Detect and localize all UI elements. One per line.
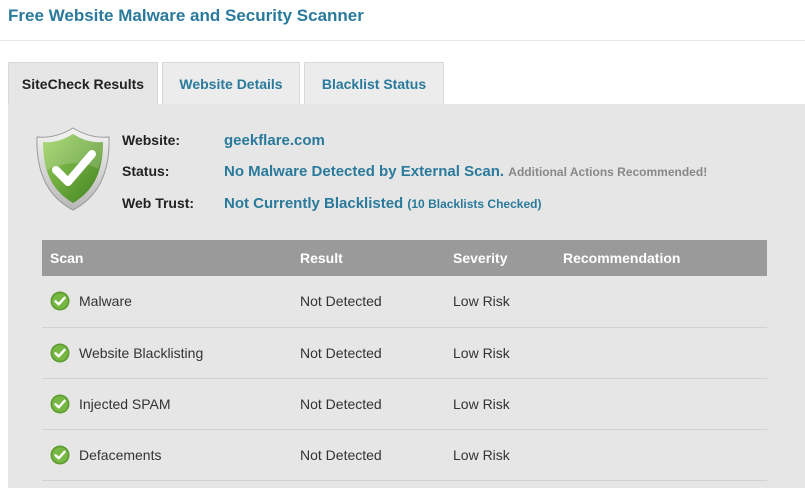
shield-check-icon [36,127,110,211]
result-cell: Not Detected [292,378,445,430]
result-cell: Not Detected [292,429,445,481]
tab-website-details[interactable]: Website Details [162,62,300,105]
scan-cell: Injected SPAM [42,378,292,430]
table-row: Malware Not Detected Low Risk [42,276,767,328]
scan-cell: Website Blacklisting [42,327,292,379]
page-title: Free Website Malware and Security Scanne… [8,6,364,25]
web-trust-value: Not Currently Blacklisted (10 Blacklists… [224,195,541,212]
website-label: Website: [122,132,181,148]
recommendation-cell [555,429,767,481]
scan-cell: Malware [42,276,292,328]
check-circle-icon [50,394,70,413]
scan-cell: Defacements [42,429,292,481]
header-recommendation: Recommendation [563,250,681,266]
table-row: Injected SPAM Not Detected Low Risk [42,378,767,430]
severity-cell: Low Risk [445,276,555,328]
website-value[interactable]: geekflare.com [224,132,325,149]
check-circle-icon [50,445,70,464]
scan-name: Website Blacklisting [79,344,204,361]
header-severity: Severity [453,250,508,266]
title-divider [0,40,805,41]
severity-cell: Low Risk [445,378,555,430]
result-cell: Not Detected [292,276,445,328]
table-header-row: Scan Result Severity Recommendation [42,240,767,276]
status-value: No Malware Detected by External Scan. Ad… [224,163,707,180]
scan-name: Injected SPAM [79,395,171,412]
header-scan: Scan [50,250,84,266]
header-result: Result [300,250,343,266]
recommendation-cell [555,276,767,328]
status-note: Additional Actions Recommended! [508,165,708,179]
web-trust-note: (10 Blacklists Checked) [407,197,542,211]
status-text: No Malware Detected by External Scan. [224,163,505,180]
status-label: Status: [122,163,170,179]
severity-cell: Low Risk [445,429,555,481]
recommendation-cell [555,327,767,379]
check-circle-icon [50,343,70,362]
tab-sitecheck-results[interactable]: SiteCheck Results [8,62,158,105]
scan-name: Defacements [79,446,162,463]
scan-results-table: Scan Result Severity Recommendation Malw… [42,240,767,481]
web-trust-text[interactable]: Not Currently Blacklisted [224,195,403,212]
results-panel: Website: geekflare.com Status: No Malwar… [8,104,805,488]
table-row: Website Blacklisting Not Detected Low Ri… [42,327,767,379]
recommendation-cell [555,378,767,430]
severity-cell: Low Risk [445,327,555,379]
tab-blacklist-status[interactable]: Blacklist Status [304,62,444,105]
result-cell: Not Detected [292,327,445,379]
result-tabs: SiteCheck Results Website Details Blackl… [8,62,444,105]
scan-name: Malware [79,293,132,310]
web-trust-label: Web Trust: [122,195,195,211]
table-row: Defacements Not Detected Low Risk [42,429,767,481]
check-circle-icon [50,291,70,311]
